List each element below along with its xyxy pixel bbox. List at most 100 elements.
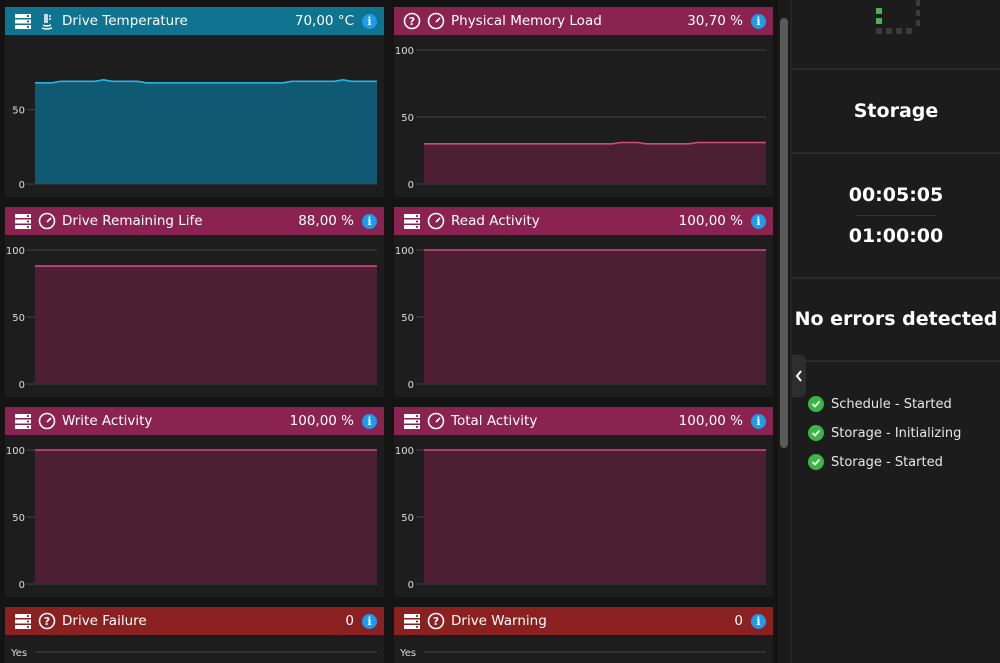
series-area — [35, 266, 377, 384]
info-icon[interactable]: i — [751, 413, 766, 429]
check-icon — [808, 425, 824, 441]
status-event-label: Schedule - Started — [831, 396, 952, 412]
y-tick-label: 0 — [408, 580, 414, 591]
info-icon[interactable]: i — [751, 13, 766, 29]
chart-svg: Yes — [10, 648, 377, 659]
widget-header: Total Activity 100,00 % i — [394, 407, 773, 435]
y-tick-label: 0 — [19, 580, 25, 591]
widget-chart: Yes — [5, 635, 384, 663]
y-tick-label: 0 — [19, 180, 25, 191]
widget-chart: 100 50 0 — [5, 235, 384, 397]
y-tick-label: 100 — [395, 446, 414, 457]
drive-icon — [14, 612, 32, 630]
drive-icon — [403, 612, 421, 630]
drive-icon — [403, 212, 421, 230]
chart-svg: Yes — [399, 648, 766, 659]
y-tick-label: 50 — [401, 313, 414, 324]
scroll-thumb[interactable] — [780, 18, 788, 448]
widget-title: Write Activity — [62, 413, 153, 429]
widget-value: 100,00 % — [678, 213, 743, 229]
time-separator — [856, 215, 936, 216]
thermometer-icon — [38, 12, 56, 30]
status-event-label: Storage - Started — [831, 454, 943, 470]
chart-svg: 100 50 0 — [395, 46, 766, 191]
question-icon: ? — [427, 612, 445, 630]
widget-header: ? Physical Memory Load 30,70 % i — [394, 7, 773, 35]
widget-value: 100,00 % — [289, 413, 354, 429]
chart-svg: 100 50 0 — [395, 246, 766, 391]
drive-remaining-life-widget: Drive Remaining Life 88,00 % i 100 50 0 — [5, 207, 384, 397]
series-area — [424, 250, 766, 384]
info-icon[interactable]: i — [751, 213, 766, 229]
drive-icon — [403, 412, 421, 430]
drive-icon — [14, 212, 32, 230]
read-activity-widget: Read Activity 100,00 % i 100 50 0 — [394, 207, 773, 397]
gauge-icon — [38, 212, 56, 230]
widget-header: Read Activity 100,00 % i — [394, 207, 773, 235]
y-tick-label: 50 — [12, 313, 25, 324]
drive-failure-widget: ? Drive Failure 0 i Yes — [5, 607, 384, 663]
widget-value: 0 — [345, 613, 354, 629]
widget-title: Drive Warning — [451, 613, 547, 629]
info-icon[interactable]: i — [362, 213, 377, 229]
widget-header: Drive Remaining Life 88,00 % i — [5, 207, 384, 235]
y-tick-label: 100 — [395, 246, 414, 257]
info-icon[interactable]: i — [362, 413, 377, 429]
gauge-icon — [38, 412, 56, 430]
check-icon — [808, 396, 824, 412]
separator — [792, 68, 1000, 70]
elapsed-time: 00:05:05 — [848, 184, 944, 206]
chevron-left-icon — [795, 370, 802, 382]
status-event: Storage - Initializing — [808, 425, 961, 441]
widget-value: 0 — [734, 613, 743, 629]
widget-title: Drive Failure — [62, 613, 147, 629]
app-logo-icon — [876, 0, 920, 34]
drive-warning-widget: ? Drive Warning 0 i Yes — [394, 607, 773, 663]
series-area — [424, 142, 766, 184]
total-duration: 01:00:00 — [848, 225, 944, 247]
separator — [792, 152, 1000, 154]
panel-title: Storage — [853, 100, 939, 122]
info-icon[interactable]: i — [751, 613, 766, 629]
gauge-icon — [427, 412, 445, 430]
separator — [792, 277, 1000, 279]
y-tick-label: 0 — [408, 380, 414, 391]
widget-title: Total Activity — [451, 413, 538, 429]
widget-chart: Yes — [394, 635, 773, 663]
status-panel: Storage 00:05:05 01:00:00 No errors dete… — [792, 0, 1000, 663]
y-tick-label: 0 — [408, 180, 414, 191]
widget-chart: 50 0 — [5, 35, 384, 197]
svg-text:?: ? — [409, 15, 415, 28]
scrollbar[interactable] — [778, 0, 790, 663]
collapse-panel-button[interactable] — [792, 355, 806, 397]
error-status: No errors detected — [794, 308, 998, 330]
y-tick-label: Yes — [399, 648, 416, 659]
widget-header: ? Drive Warning 0 i — [394, 607, 773, 635]
widget-value: 88,00 % — [298, 213, 354, 229]
status-event-label: Storage - Initializing — [831, 425, 962, 441]
y-tick-label: 100 — [395, 46, 414, 57]
gauge-icon — [427, 212, 445, 230]
check-icon — [808, 454, 824, 470]
y-tick-label: Yes — [10, 648, 27, 659]
widget-title: Read Activity — [451, 213, 540, 229]
y-tick-label: 50 — [401, 113, 414, 124]
widget-grid: Drive Temperature 70,00 °C i 50 0? Physical M… — [0, 0, 778, 663]
y-tick-label: 0 — [19, 380, 25, 391]
chart-svg: 100 50 0 — [395, 446, 766, 591]
info-icon[interactable]: i — [362, 13, 377, 29]
info-icon[interactable]: i — [362, 613, 377, 629]
series-area — [35, 450, 377, 584]
widget-title: Drive Temperature — [62, 13, 188, 29]
physical-memory-load-widget: ? Physical Memory Load 30,70 % i 100 50 0 — [394, 7, 773, 197]
widget-title: Physical Memory Load — [451, 13, 602, 29]
gauge-icon — [427, 12, 445, 30]
question-icon: ? — [38, 612, 56, 630]
separator — [792, 360, 1000, 362]
drive-icon — [14, 412, 32, 430]
chart-svg: 50 0 — [12, 78, 377, 191]
svg-text:?: ? — [433, 615, 439, 628]
widget-header: Write Activity 100,00 % i — [5, 407, 384, 435]
status-event: Schedule - Started — [808, 396, 952, 412]
widget-value: 70,00 °C — [294, 13, 354, 29]
